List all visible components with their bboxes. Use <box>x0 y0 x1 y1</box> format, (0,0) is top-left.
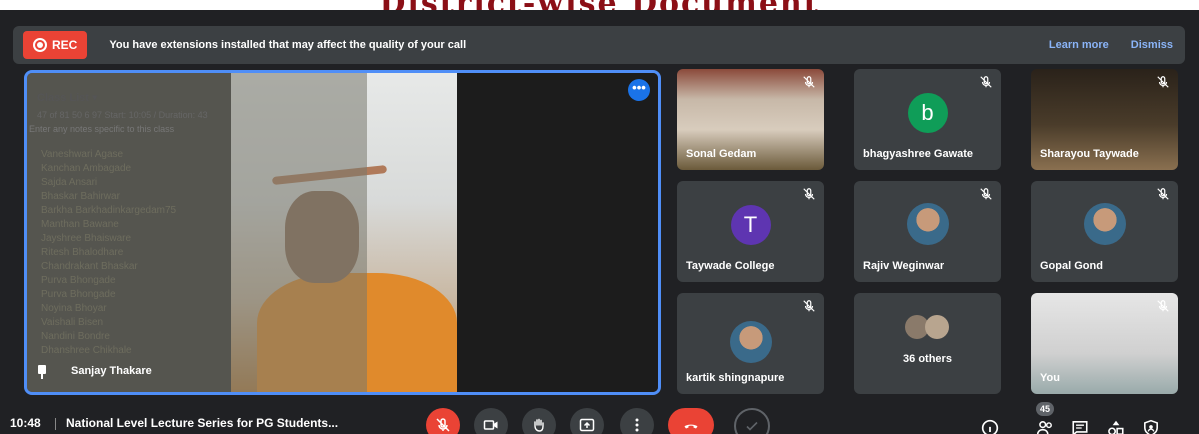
info-icon <box>981 419 999 434</box>
meet-window: REC You have extensions installed that m… <box>0 10 1199 434</box>
record-icon <box>33 38 47 52</box>
mic-off-icon <box>1156 75 1170 89</box>
others-avatar <box>924 315 949 339</box>
chat-icon <box>1072 421 1088 434</box>
mic-off-icon <box>979 75 993 89</box>
mic-off-icon <box>1156 187 1170 201</box>
participant-photo <box>729 321 772 363</box>
banner-message: You have extensions installed that may a… <box>109 39 467 51</box>
class-list-title[interactable]: Class List ▾ <box>27 73 367 104</box>
dismiss-button[interactable]: Dismiss <box>1131 39 1173 51</box>
participant-avatar: b <box>907 93 948 133</box>
mic-off-icon <box>979 187 993 201</box>
people-icon <box>1036 421 1052 434</box>
camera-toggle-button[interactable] <box>474 408 508 434</box>
participant-tile[interactable]: kartik shingnapure <box>677 293 824 394</box>
student-item[interactable]: Chandrakant Bhaskar <box>41 260 367 274</box>
participant-name: You <box>1040 372 1060 384</box>
participant-avatar: T <box>730 205 771 245</box>
meeting-clock: 10:48 <box>10 416 41 430</box>
mic-off-icon <box>802 187 816 201</box>
participant-count-badge: 45 <box>1036 402 1054 416</box>
mic-toggle-button[interactable] <box>426 408 460 434</box>
mic-off-icon <box>1156 299 1170 313</box>
student-item[interactable]: Manthan Bawane <box>41 218 367 232</box>
more-options-button[interactable] <box>620 408 654 434</box>
class-notes-field[interactable]: Enter any notes specific to this class <box>27 120 367 134</box>
participant-tile[interactable]: T Taywade College <box>677 181 824 282</box>
host-controls-icon <box>1144 419 1158 434</box>
mic-off-icon <box>802 75 816 89</box>
class-list-stats: 47 of 81 50 6 97 Start: 10:05 / Duration… <box>37 110 208 120</box>
student-item[interactable]: Vaishali Bisen <box>41 316 367 330</box>
meeting-details-button[interactable] <box>980 418 1000 434</box>
bottom-toolbar: 10:48 National Level Lecture Series for … <box>0 398 1199 434</box>
participant-name: Sonal Gedam <box>686 148 757 160</box>
hand-icon <box>534 418 544 432</box>
leave-call-button[interactable] <box>668 408 714 434</box>
student-item[interactable]: Ritesh Bhalodhare <box>41 246 367 260</box>
activities-icon <box>1108 420 1124 434</box>
student-item[interactable]: Jayshree Bhaisware <box>41 232 367 246</box>
participant-name: kartik shingnapure <box>686 372 785 384</box>
extensions-banner: REC You have extensions installed that m… <box>13 26 1185 64</box>
participant-name: Gopal Gond <box>1040 260 1103 272</box>
others-avatars <box>904 315 951 339</box>
participant-tile[interactable]: b bhagyashree Gawate <box>854 69 1001 170</box>
student-item[interactable]: Barkha Barkhadinkargedam75 <box>41 204 367 218</box>
participant-tile[interactable]: Gopal Gond <box>1031 181 1178 282</box>
end-call-icon <box>684 424 698 429</box>
participant-name: Rajiv Weginwar <box>863 260 945 272</box>
participant-tile[interactable]: Sharayou Taywade <box>1031 69 1178 170</box>
host-controls-button[interactable] <box>1141 418 1161 434</box>
meeting-title[interactable]: National Level Lecture Series for PG Stu… <box>66 416 338 430</box>
student-item[interactable]: Purva Bhongade <box>41 274 367 288</box>
self-tile[interactable]: You <box>1031 293 1178 394</box>
activities-button[interactable] <box>1106 418 1126 434</box>
participant-photo <box>906 203 949 245</box>
presenter-video-dark <box>457 73 658 392</box>
student-item[interactable]: Vaneshwari Agase <box>41 148 367 162</box>
student-item[interactable]: Nandini Bondre <box>41 330 367 344</box>
recording-label: REC <box>52 38 78 52</box>
presenter-name: Sanjay Thakare <box>71 365 152 377</box>
chat-button[interactable] <box>1070 418 1090 434</box>
participant-tile[interactable]: Sonal Gedam <box>677 69 824 170</box>
presenter-tile[interactable]: Class List ▾ 47 of 81 50 6 97 Start: 10:… <box>24 70 661 395</box>
student-item[interactable]: Sajda Ansari <box>41 176 367 190</box>
pin-icon[interactable] <box>37 365 47 379</box>
learn-more-link[interactable]: Learn more <box>1049 39 1109 51</box>
student-item[interactable]: Bhaskar Bahirwar <box>41 190 367 204</box>
class-list-overlay: Class List ▾ 47 of 81 50 6 97 Start: 10:… <box>27 73 367 392</box>
tile-more-options-button[interactable]: ••• <box>628 79 650 101</box>
participant-name: bhagyashree Gawate <box>863 148 974 160</box>
student-item[interactable]: Purva Bhongade <box>41 288 367 302</box>
student-item[interactable]: Kanchan Ambagade <box>41 162 367 176</box>
mic-off-icon <box>802 299 816 313</box>
student-list: Vaneshwari Agase Kanchan Ambagade Sajda … <box>27 134 367 358</box>
others-tile[interactable]: 36 others <box>854 293 1001 394</box>
recording-badge: REC <box>23 31 88 59</box>
divider <box>55 418 56 430</box>
participant-tile[interactable]: Rajiv Weginwar <box>854 181 1001 282</box>
mic-off-icon <box>436 418 450 432</box>
others-count-label: 36 others <box>903 353 952 365</box>
student-item[interactable]: Noyina Bhoyar <box>41 302 367 316</box>
student-item[interactable]: Dhanshree Chikhale <box>41 344 367 358</box>
check-button[interactable] <box>734 408 770 434</box>
check-icon <box>746 421 758 431</box>
present-icon <box>579 418 595 432</box>
raise-hand-button[interactable] <box>522 408 556 434</box>
camera-icon <box>483 420 498 430</box>
participant-name: Sharayou Taywade <box>1040 148 1139 160</box>
present-now-button[interactable] <box>570 408 604 434</box>
participant-photo <box>1083 203 1126 245</box>
show-everyone-button[interactable] <box>1035 418 1055 434</box>
participant-name: Taywade College <box>686 260 775 272</box>
more-icon <box>635 418 639 432</box>
